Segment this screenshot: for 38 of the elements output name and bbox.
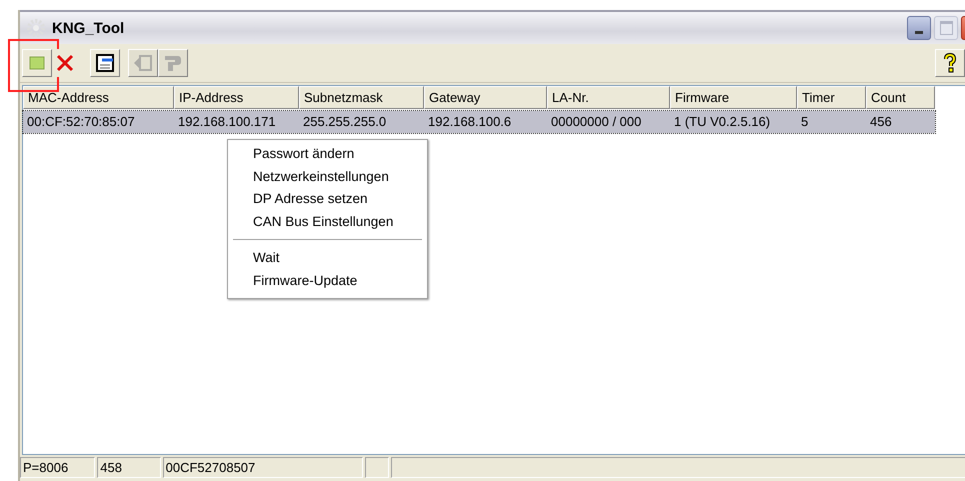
menu-item[interactable]: Wait [230,247,425,270]
minimize-button[interactable] [907,16,931,40]
cross-icon [55,53,75,73]
question-mark-icon [943,53,957,73]
window-title: KNG_Tool [52,20,124,36]
table-cell-text: 192.168.100.6 [427,113,512,131]
column-header[interactable]: Firmware [670,86,797,109]
column-header[interactable]: Timer [797,86,866,109]
table-cell-text: 456 [869,113,893,131]
table-row[interactable]: 00:CF:52:70:85:07 192.168.100.171 255.255.255.0 192.168.100.6 00000000 / 000 1 (TU V0.2.5.16) 5 456 [23,111,935,133]
column-header[interactable]: Count [866,86,935,109]
arrow-document-icon [133,53,153,73]
column-header[interactable]: IP-Address [174,86,299,109]
table-cell-text: 192.168.100.171 [177,113,277,131]
status-panel: P=8006 [20,457,96,478]
column-header[interactable]: Subnetzmask [299,86,424,109]
square-icon [29,56,45,70]
help-button[interactable] [935,49,965,77]
status-panel: 00CF52708507 [162,457,363,478]
window-list-icon [95,53,115,73]
menu-item[interactable]: Passwort ändern [230,143,425,166]
menu-item[interactable]: Firmware-Update [230,270,425,292]
status-panel [364,457,390,478]
menu-item[interactable]: DP Adresse setzen [230,188,425,210]
table-cell-text: 00000000 / 000 [550,113,642,131]
column-header[interactable]: MAC-Address [23,86,174,109]
table-cell-text: 1 (TU V0.2.5.16) [673,113,772,131]
table-cell-text: 00:CF:52:70:85:07 [26,113,136,131]
column-header[interactable]: LA-Nr. [547,86,670,109]
table-cell-text: 5 [800,113,810,131]
connect-button[interactable] [22,49,52,77]
column-header[interactable]: Gateway [424,86,547,109]
gear-icon [26,18,46,38]
status-panel: 458 [97,457,161,478]
settings-button[interactable] [90,49,120,77]
menu-item[interactable]: Netzwerkeinstellungen [230,166,425,188]
menu-item[interactable]: CAN Bus Einstellungen [230,210,425,233]
table-cell-text: 255.255.255.0 [302,113,388,131]
